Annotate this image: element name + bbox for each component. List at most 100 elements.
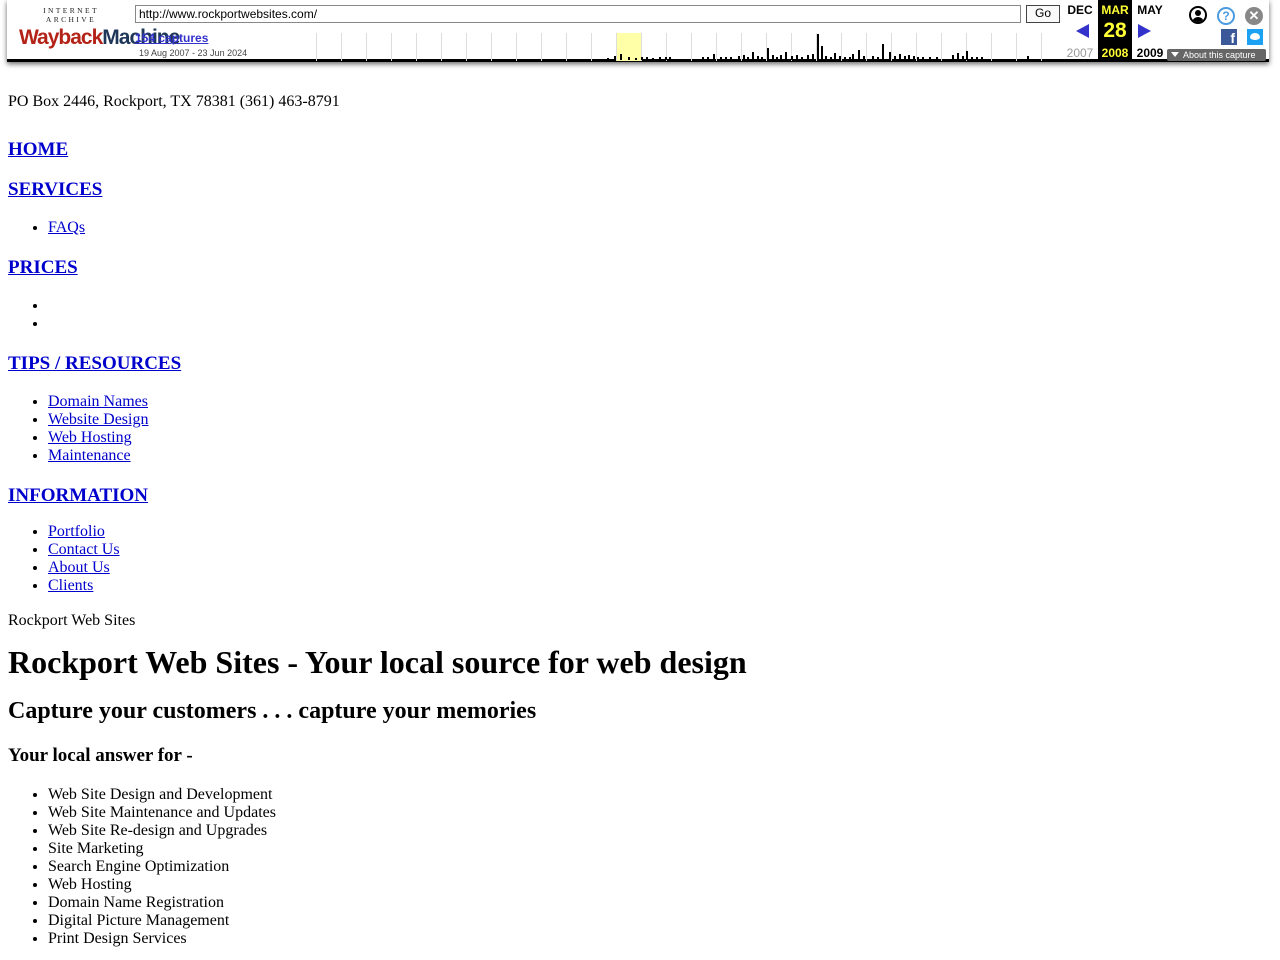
capture-bar[interactable] [894,56,896,60]
nav-tips-link[interactable]: TIPS / RESOURCES [8,353,181,374]
capture-bar[interactable] [904,56,906,60]
capture-bar[interactable] [725,57,727,60]
nav-contact-us-link[interactable]: Contact Us [48,541,120,558]
capture-bar[interactable] [720,57,722,60]
services-list: Web Site Design and Development Web Site… [8,786,1272,948]
nav-services-link[interactable]: SERVICES [8,179,102,200]
capture-bar[interactable] [913,56,915,60]
capture-bar[interactable] [730,57,732,60]
capture-bar[interactable] [807,55,809,60]
nav-prices-link[interactable]: PRICES [8,257,78,278]
capture-bar[interactable] [858,50,860,60]
sparkline-year-divider [816,33,841,61]
nav-information-link[interactable]: INFORMATION [8,485,148,506]
capture-bar[interactable] [767,48,769,60]
capture-bar[interactable] [607,58,609,60]
capture-bar[interactable] [614,56,616,60]
capture-bar[interactable] [791,56,793,60]
capture-bar[interactable] [908,55,910,60]
capture-bar[interactable] [872,56,874,60]
list-item: Portfolio [48,523,1272,541]
capture-bar[interactable] [834,53,836,60]
capture-bar[interactable] [713,54,715,60]
capture-bar[interactable] [620,54,622,60]
capture-bar[interactable] [635,58,637,60]
capture-bar[interactable] [757,56,759,60]
capture-bar[interactable] [796,55,798,60]
capture-bar[interactable] [825,56,827,60]
capture-bar[interactable] [917,57,919,60]
capture-bar[interactable] [780,55,782,60]
capture-bar[interactable] [957,53,959,60]
next-capture-column[interactable]: MAY 2009 [1132,0,1168,62]
capture-bar[interactable] [702,57,704,60]
facebook-icon[interactable]: f [1221,29,1237,45]
capture-bar[interactable] [882,44,884,60]
capture-bar[interactable] [628,57,630,60]
nav-about-us-link[interactable]: About Us [48,559,110,576]
user-icon[interactable] [1189,6,1207,24]
nav-portfolio-link[interactable]: Portfolio [48,523,105,540]
wayback-logo[interactable]: INTERNET ARCHIVE WaybackMachine [19,6,180,50]
capture-bar[interactable] [707,57,709,60]
capture-bar[interactable] [669,57,671,60]
capture-bar[interactable] [889,52,891,60]
capture-bar[interactable] [747,57,749,60]
capture-bar[interactable] [801,57,803,60]
capture-bar[interactable] [936,57,938,60]
nav-information-heading: INFORMATION [8,485,1272,507]
capture-bar[interactable] [839,56,841,60]
capture-bar[interactable] [743,55,745,60]
nav-clients-link[interactable]: Clients [48,577,93,594]
capture-bar[interactable] [659,57,661,60]
capture-bar[interactable] [1027,56,1029,60]
capture-bar[interactable] [877,57,879,60]
nav-home-link[interactable]: HOME [8,139,68,160]
capture-bar[interactable] [821,46,823,60]
capture-bar[interactable] [929,57,931,60]
capture-bar[interactable] [646,57,648,60]
capture-bar[interactable] [776,57,778,60]
captures-link[interactable]: 154 captures [135,31,208,45]
capture-bar[interactable] [738,56,740,60]
about-capture-button[interactable]: About this capture [1167,49,1266,61]
nav-faqs-link[interactable]: FAQs [48,219,85,236]
capture-bar[interactable] [772,55,774,60]
nav-domain-names-link[interactable]: Domain Names [48,393,148,410]
nav-website-design-link[interactable]: Website Design [48,411,148,428]
capture-bar[interactable] [971,57,973,60]
sparkline-year-divider [391,33,416,61]
capture-bar[interactable] [981,57,983,60]
capture-bar[interactable] [922,57,924,60]
capture-bar[interactable] [812,54,814,60]
capture-sparkline[interactable] [302,33,1060,61]
capture-bar[interactable] [852,54,854,60]
capture-bar[interactable] [652,58,654,60]
capture-bar[interactable] [641,57,643,60]
capture-bar[interactable] [952,55,954,60]
capture-bar[interactable] [817,34,819,60]
help-icon[interactable]: ? [1217,7,1235,25]
next-arrow-icon[interactable] [1138,24,1151,38]
capture-bar[interactable] [899,54,901,60]
nav-web-hosting-link[interactable]: Web Hosting [48,429,132,446]
twitter-icon[interactable] [1247,29,1263,45]
list-item: Web Hosting [48,429,1272,447]
prev-arrow-icon[interactable] [1076,24,1089,38]
close-icon[interactable]: ✕ [1245,7,1263,25]
go-button[interactable]: Go [1026,5,1060,23]
capture-bar[interactable] [761,57,763,60]
capture-bar[interactable] [966,51,968,60]
capture-bar[interactable] [863,56,865,60]
capture-bar[interactable] [830,57,832,60]
capture-bar[interactable] [849,57,851,60]
capture-bar[interactable] [665,57,667,60]
url-input[interactable]: http://www.rockportwebsites.com/ [135,5,1021,23]
capture-bar[interactable] [752,52,754,60]
capture-bar[interactable] [976,57,978,60]
capture-bar[interactable] [785,52,787,60]
prev-capture-column[interactable]: DEC 2007 [1062,0,1098,62]
capture-bar[interactable] [962,56,964,60]
nav-maintenance-link[interactable]: Maintenance [48,447,131,464]
capture-bar[interactable] [844,57,846,60]
